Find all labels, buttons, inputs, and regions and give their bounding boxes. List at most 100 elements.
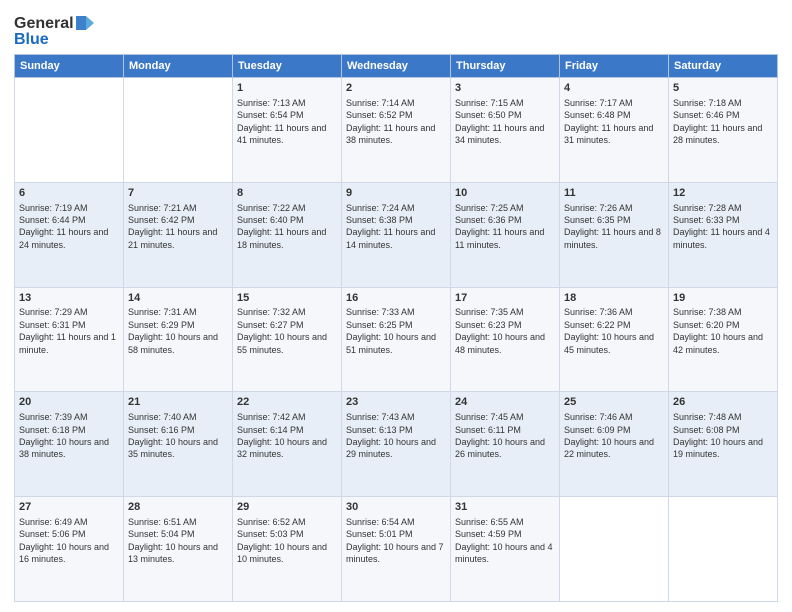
calendar-cell: 7Sunrise: 7:21 AM Sunset: 6:42 PM Daylig… [124, 182, 233, 287]
day-info: Sunrise: 7:19 AM Sunset: 6:44 PM Dayligh… [19, 202, 119, 252]
calendar-cell: 8Sunrise: 7:22 AM Sunset: 6:40 PM Daylig… [233, 182, 342, 287]
day-number: 29 [237, 500, 337, 515]
day-number: 20 [19, 395, 119, 410]
day-number: 4 [564, 81, 664, 96]
day-number: 27 [19, 500, 119, 515]
day-info: Sunrise: 7:24 AM Sunset: 6:38 PM Dayligh… [346, 202, 446, 252]
weekday-header-thursday: Thursday [451, 55, 560, 78]
calendar-cell: 30Sunrise: 6:54 AM Sunset: 5:01 PM Dayli… [342, 497, 451, 602]
calendar-cell: 28Sunrise: 6:51 AM Sunset: 5:04 PM Dayli… [124, 497, 233, 602]
day-info: Sunrise: 7:18 AM Sunset: 6:46 PM Dayligh… [673, 97, 773, 147]
calendar-cell: 9Sunrise: 7:24 AM Sunset: 6:38 PM Daylig… [342, 182, 451, 287]
header: General Blue [14, 10, 778, 48]
page: General Blue SundayMondayTuesdayWednesda… [0, 0, 792, 612]
day-info: Sunrise: 7:38 AM Sunset: 6:20 PM Dayligh… [673, 306, 773, 356]
day-number: 5 [673, 81, 773, 96]
week-row-3: 13Sunrise: 7:29 AM Sunset: 6:31 PM Dayli… [15, 287, 778, 392]
calendar-cell: 25Sunrise: 7:46 AM Sunset: 6:09 PM Dayli… [560, 392, 669, 497]
day-number: 6 [19, 186, 119, 201]
day-number: 21 [128, 395, 228, 410]
day-info: Sunrise: 6:51 AM Sunset: 5:04 PM Dayligh… [128, 516, 228, 566]
calendar-cell: 2Sunrise: 7:14 AM Sunset: 6:52 PM Daylig… [342, 78, 451, 183]
day-number: 15 [237, 291, 337, 306]
day-info: Sunrise: 6:49 AM Sunset: 5:06 PM Dayligh… [19, 516, 119, 566]
day-number: 30 [346, 500, 446, 515]
day-info: Sunrise: 7:46 AM Sunset: 6:09 PM Dayligh… [564, 411, 664, 461]
calendar-cell [560, 497, 669, 602]
calendar-cell: 14Sunrise: 7:31 AM Sunset: 6:29 PM Dayli… [124, 287, 233, 392]
day-info: Sunrise: 7:15 AM Sunset: 6:50 PM Dayligh… [455, 97, 555, 147]
day-number: 2 [346, 81, 446, 96]
calendar-cell: 26Sunrise: 7:48 AM Sunset: 6:08 PM Dayli… [669, 392, 778, 497]
day-number: 9 [346, 186, 446, 201]
calendar-cell: 13Sunrise: 7:29 AM Sunset: 6:31 PM Dayli… [15, 287, 124, 392]
calendar-table: SundayMondayTuesdayWednesdayThursdayFrid… [14, 54, 778, 602]
calendar-cell [124, 78, 233, 183]
calendar-cell: 22Sunrise: 7:42 AM Sunset: 6:14 PM Dayli… [233, 392, 342, 497]
calendar-cell: 11Sunrise: 7:26 AM Sunset: 6:35 PM Dayli… [560, 182, 669, 287]
day-info: Sunrise: 7:26 AM Sunset: 6:35 PM Dayligh… [564, 202, 664, 252]
day-info: Sunrise: 7:25 AM Sunset: 6:36 PM Dayligh… [455, 202, 555, 252]
week-row-2: 6Sunrise: 7:19 AM Sunset: 6:44 PM Daylig… [15, 182, 778, 287]
day-number: 7 [128, 186, 228, 201]
day-info: Sunrise: 7:17 AM Sunset: 6:48 PM Dayligh… [564, 97, 664, 147]
day-info: Sunrise: 7:31 AM Sunset: 6:29 PM Dayligh… [128, 306, 228, 356]
calendar-cell: 23Sunrise: 7:43 AM Sunset: 6:13 PM Dayli… [342, 392, 451, 497]
weekday-header-saturday: Saturday [669, 55, 778, 78]
week-row-5: 27Sunrise: 6:49 AM Sunset: 5:06 PM Dayli… [15, 497, 778, 602]
weekday-header-friday: Friday [560, 55, 669, 78]
weekday-header-sunday: Sunday [15, 55, 124, 78]
calendar-cell: 19Sunrise: 7:38 AM Sunset: 6:20 PM Dayli… [669, 287, 778, 392]
day-info: Sunrise: 7:22 AM Sunset: 6:40 PM Dayligh… [237, 202, 337, 252]
calendar-cell: 1Sunrise: 7:13 AM Sunset: 6:54 PM Daylig… [233, 78, 342, 183]
day-number: 22 [237, 395, 337, 410]
weekday-header-monday: Monday [124, 55, 233, 78]
day-number: 16 [346, 291, 446, 306]
calendar-cell: 21Sunrise: 7:40 AM Sunset: 6:16 PM Dayli… [124, 392, 233, 497]
calendar-cell: 15Sunrise: 7:32 AM Sunset: 6:27 PM Dayli… [233, 287, 342, 392]
weekday-header-wednesday: Wednesday [342, 55, 451, 78]
logo-icon: General Blue [14, 10, 94, 48]
day-info: Sunrise: 7:40 AM Sunset: 6:16 PM Dayligh… [128, 411, 228, 461]
day-info: Sunrise: 6:54 AM Sunset: 5:01 PM Dayligh… [346, 516, 446, 566]
day-number: 26 [673, 395, 773, 410]
day-number: 8 [237, 186, 337, 201]
day-info: Sunrise: 7:36 AM Sunset: 6:22 PM Dayligh… [564, 306, 664, 356]
day-number: 3 [455, 81, 555, 96]
day-info: Sunrise: 6:55 AM Sunset: 4:59 PM Dayligh… [455, 516, 555, 566]
day-number: 17 [455, 291, 555, 306]
day-info: Sunrise: 7:45 AM Sunset: 6:11 PM Dayligh… [455, 411, 555, 461]
calendar-cell: 17Sunrise: 7:35 AM Sunset: 6:23 PM Dayli… [451, 287, 560, 392]
day-number: 13 [19, 291, 119, 306]
calendar-cell: 27Sunrise: 6:49 AM Sunset: 5:06 PM Dayli… [15, 497, 124, 602]
svg-text:Blue: Blue [14, 31, 49, 48]
day-number: 12 [673, 186, 773, 201]
week-row-1: 1Sunrise: 7:13 AM Sunset: 6:54 PM Daylig… [15, 78, 778, 183]
day-number: 28 [128, 500, 228, 515]
day-info: Sunrise: 7:35 AM Sunset: 6:23 PM Dayligh… [455, 306, 555, 356]
day-number: 1 [237, 81, 337, 96]
calendar-cell: 20Sunrise: 7:39 AM Sunset: 6:18 PM Dayli… [15, 392, 124, 497]
day-info: Sunrise: 6:52 AM Sunset: 5:03 PM Dayligh… [237, 516, 337, 566]
calendar-cell: 3Sunrise: 7:15 AM Sunset: 6:50 PM Daylig… [451, 78, 560, 183]
calendar-cell [15, 78, 124, 183]
calendar-cell: 4Sunrise: 7:17 AM Sunset: 6:48 PM Daylig… [560, 78, 669, 183]
day-number: 18 [564, 291, 664, 306]
day-number: 19 [673, 291, 773, 306]
day-number: 23 [346, 395, 446, 410]
calendar-cell: 16Sunrise: 7:33 AM Sunset: 6:25 PM Dayli… [342, 287, 451, 392]
day-number: 14 [128, 291, 228, 306]
day-info: Sunrise: 7:48 AM Sunset: 6:08 PM Dayligh… [673, 411, 773, 461]
day-info: Sunrise: 7:29 AM Sunset: 6:31 PM Dayligh… [19, 306, 119, 356]
logo: General Blue [14, 10, 94, 48]
day-info: Sunrise: 7:28 AM Sunset: 6:33 PM Dayligh… [673, 202, 773, 252]
day-info: Sunrise: 7:13 AM Sunset: 6:54 PM Dayligh… [237, 97, 337, 147]
day-number: 11 [564, 186, 664, 201]
calendar-cell: 5Sunrise: 7:18 AM Sunset: 6:46 PM Daylig… [669, 78, 778, 183]
day-number: 25 [564, 395, 664, 410]
weekday-header-tuesday: Tuesday [233, 55, 342, 78]
weekday-header-row: SundayMondayTuesdayWednesdayThursdayFrid… [15, 55, 778, 78]
day-info: Sunrise: 7:39 AM Sunset: 6:18 PM Dayligh… [19, 411, 119, 461]
calendar-cell: 6Sunrise: 7:19 AM Sunset: 6:44 PM Daylig… [15, 182, 124, 287]
week-row-4: 20Sunrise: 7:39 AM Sunset: 6:18 PM Dayli… [15, 392, 778, 497]
